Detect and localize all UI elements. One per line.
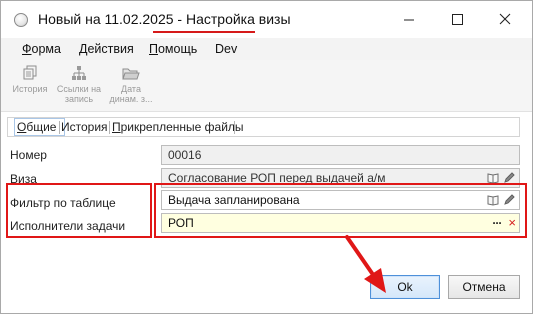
title-annotation-underline	[153, 31, 255, 33]
date-toolbar-button[interactable]: Дата динам. з...	[109, 65, 153, 104]
tab-general[interactable]: Общие	[17, 120, 56, 134]
menu-form-label: орма	[31, 42, 61, 56]
menu-bar: Форма Действия Помощь Dev	[1, 38, 532, 60]
cancel-button[interactable]: Отмена	[448, 275, 520, 299]
minimize-button[interactable]	[386, 1, 432, 37]
links-tree-icon	[72, 66, 86, 80]
tab-separator	[59, 121, 60, 134]
minimize-icon	[403, 19, 414, 20]
menu-form-accel: Ф	[22, 42, 32, 56]
menu-help-label: омощь	[157, 42, 198, 56]
menu-actions-label: ействия	[87, 42, 134, 56]
menu-dev[interactable]: Dev	[215, 42, 237, 56]
maximize-button[interactable]	[434, 1, 480, 37]
annotation-box-labels	[6, 183, 152, 238]
menu-form[interactable]: Форма	[22, 42, 61, 56]
title-bar[interactable]: Новый на 11.02.2025 - Настройка визы	[1, 1, 532, 37]
links-toolbar-button[interactable]: Ссылки на запись	[54, 65, 104, 104]
tab-attachments-label: рикрепленные файлы	[120, 120, 244, 134]
tab-attachments-accel: П	[112, 120, 121, 134]
menu-help[interactable]: Помощь	[149, 42, 197, 56]
window-title-highlight: Настройка визы	[185, 11, 291, 27]
tab-history[interactable]: История	[61, 120, 108, 134]
tab-general-accel: О	[17, 120, 27, 134]
menu-help-accel: П	[149, 42, 158, 56]
links-toolbar-label-1: Ссылки на	[56, 84, 102, 94]
toolbar: История Ссылки на запись Дата динам. з..…	[1, 60, 532, 112]
number-value: 00016	[168, 148, 202, 162]
tab-separator	[109, 121, 110, 134]
dialog-window: Новый на 11.02.2025 - Настройка визы Фор…	[0, 0, 533, 314]
tab-general-label: бщие	[26, 120, 57, 134]
number-field[interactable]: 00016	[161, 145, 520, 165]
maximize-icon	[451, 13, 463, 25]
close-icon	[499, 13, 511, 25]
close-button[interactable]	[482, 1, 528, 37]
window-title-main: Новый на 11.02.2025 -	[38, 11, 186, 27]
tab-strip: Общие История Прикрепленные файлы	[7, 117, 520, 137]
dialog-content: Общие История Прикрепленные файлы Номер …	[1, 112, 532, 313]
tab-separator	[234, 121, 235, 134]
window-title: Новый на 11.02.2025 - Настройка визы	[38, 11, 291, 27]
tab-attachments[interactable]: Прикрепленные файлы	[112, 120, 244, 134]
history-icon	[23, 65, 37, 80]
date-toolbar-label-1: Дата	[121, 84, 141, 94]
links-toolbar-label-2: запись	[64, 94, 94, 104]
history-toolbar-button[interactable]: История	[10, 65, 50, 94]
app-icon	[14, 13, 28, 27]
ok-button[interactable]: Ok	[370, 275, 440, 299]
menu-actions[interactable]: Действия	[79, 42, 134, 56]
history-toolbar-label: История	[12, 84, 48, 94]
folder-open-icon	[122, 68, 140, 80]
annotation-box-fields	[154, 183, 527, 238]
book-icon[interactable]	[487, 172, 499, 184]
date-toolbar-label-2: динам. з...	[109, 94, 153, 104]
number-label: Номер	[10, 148, 47, 162]
